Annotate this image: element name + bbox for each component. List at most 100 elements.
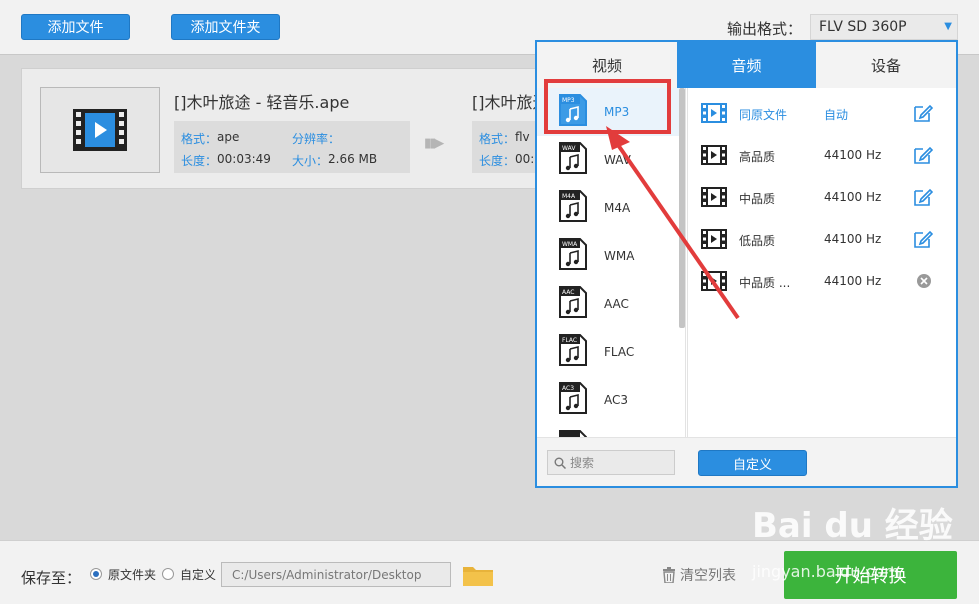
format-label: 格式： (181, 132, 218, 146)
format-item-aac[interactable]: AAC AAC (537, 280, 679, 328)
preset-row[interactable]: 高品质 44100 Hz (688, 135, 957, 177)
output-format-select[interactable]: FLV SD 360P ▼ (810, 14, 958, 40)
preset-row[interactable]: 同原文件 自动 (688, 93, 957, 135)
search-icon (554, 457, 566, 469)
format-label: FLAC (604, 345, 635, 359)
svg-text:FLAC: FLAC (562, 337, 577, 344)
radio-original-folder[interactable] (90, 568, 102, 580)
output-format-label: 输出格式： (727, 20, 803, 38)
format-popup: 视频 音频 设备 MP3 MP3 WAV WAV M4A M4A WMA WMA AAC AAC F… (535, 40, 958, 488)
svg-text:M4A: M4A (562, 193, 576, 200)
format-item-more[interactable] (537, 424, 679, 437)
search-placeholder: 搜索 (570, 456, 595, 470)
radio-original-label: 原文件夹 (108, 568, 157, 582)
tab-audio[interactable]: 音频 (677, 42, 816, 88)
size-value: 2.66 MB (328, 152, 378, 166)
folder-icon[interactable] (462, 563, 494, 587)
format-item-wav[interactable]: WAV WAV (537, 136, 679, 184)
film-icon (701, 187, 727, 207)
audio-file-icon: WMA (559, 238, 587, 270)
format-label: WAV (604, 153, 631, 167)
film-icon (701, 271, 727, 291)
preset-sample-rate: 44100 Hz (824, 148, 882, 162)
preset-row[interactable]: 低品质 44100 Hz (688, 219, 957, 261)
audio-file-icon: FLAC (559, 334, 587, 366)
format-item-m4a[interactable]: M4A M4A (537, 184, 679, 232)
svg-text:WMA: WMA (562, 241, 578, 248)
svg-text:WAV: WAV (562, 145, 576, 152)
tab-device[interactable]: 设备 (816, 42, 956, 88)
audio-file-icon: MP3 (559, 94, 587, 126)
caret-down-icon: ▼ (944, 21, 952, 32)
target-info: 格式： flv 长度： 00:03:49 (472, 121, 540, 173)
format-item-mp3[interactable]: MP3 MP3 (537, 88, 679, 136)
target-format-label: 格式： (479, 132, 516, 146)
clear-list-button[interactable]: 清空列表 (662, 565, 736, 585)
format-label: WMA (604, 249, 635, 263)
edit-icon[interactable] (913, 229, 933, 249)
preset-name: 同原文件 (739, 108, 788, 122)
trash-icon (663, 567, 675, 583)
convert-arrow-icon: ▮▮▶ (424, 136, 444, 151)
preset-name: 中品质 ... (739, 276, 791, 290)
source-info: 格式： ape 分辨率： 长度： 00:03:49 大小： 2.66 MB (174, 121, 410, 173)
svg-text:AAC: AAC (562, 289, 574, 296)
output-path-field[interactable]: C:/Users/Administrator/Desktop (221, 562, 451, 587)
audio-file-icon: M4A (559, 190, 587, 222)
search-input[interactable]: 搜索 (547, 450, 675, 475)
format-label: AAC (604, 297, 629, 311)
format-list-scrollbar[interactable] (679, 88, 685, 328)
preset-row[interactable]: 中品质 44100 Hz (688, 177, 957, 219)
format-label: MP3 (604, 105, 630, 119)
start-convert-button[interactable]: 开始转换 (784, 551, 957, 599)
preset-sample-rate: 44100 Hz (824, 190, 882, 204)
edit-icon[interactable] (913, 145, 933, 165)
clear-list-label: 清空列表 (680, 568, 736, 584)
delete-icon[interactable] (916, 273, 936, 293)
svg-text:AC3: AC3 (562, 385, 574, 392)
audio-file-icon: AC3 (559, 382, 587, 414)
format-item-wma[interactable]: WMA WMA (537, 232, 679, 280)
preset-sample-rate: 44100 Hz (824, 274, 882, 288)
preset-name: 低品质 (739, 234, 776, 248)
bottom-bar: 保存至： 原文件夹 自定义 C:/Users/Administrator/Des… (0, 540, 979, 604)
format-item-ac3[interactable]: AC3 AC3 (537, 376, 679, 424)
target-format-value: flv (515, 130, 530, 144)
length-value: 00:03:49 (217, 152, 271, 166)
format-value: ape (217, 130, 240, 144)
format-list: MP3 MP3 WAV WAV M4A M4A WMA WMA AAC AAC FLAC FLAC AC… (537, 88, 686, 437)
preset-row[interactable]: 中品质 ... 44100 Hz (688, 261, 957, 303)
radio-custom-folder[interactable] (162, 568, 174, 580)
preset-sample-rate: 44100 Hz (824, 232, 882, 246)
length-label: 长度： (181, 154, 218, 168)
resolution-label: 分辨率： (292, 132, 341, 146)
add-folder-button[interactable]: 添加文件夹 (171, 14, 280, 40)
save-to-label: 保存至： (21, 569, 82, 587)
popup-footer: 搜索 自定义 (537, 437, 956, 486)
custom-button[interactable]: 自定义 (698, 450, 807, 476)
format-label: M4A (604, 201, 631, 215)
video-thumbnail (40, 87, 160, 173)
radio-custom-label: 自定义 (180, 568, 217, 582)
size-label: 大小： (292, 154, 329, 168)
preset-name: 中品质 (739, 192, 776, 206)
file-row[interactable]: []木叶旅途 - 轻音乐.ape 格式： ape 分辨率： 长度： 00:03:… (21, 68, 549, 189)
output-format-value: FLV SD 360P (819, 19, 907, 35)
film-icon (701, 229, 727, 249)
target-length-label: 长度： (479, 154, 516, 168)
edit-icon[interactable] (913, 103, 933, 123)
film-icon (701, 145, 727, 165)
audio-file-icon: AAC (559, 286, 587, 318)
audio-file-icon: WAV (559, 142, 587, 174)
format-label: AC3 (604, 393, 629, 407)
add-file-button[interactable]: 添加文件 (21, 14, 130, 40)
source-file-title: []木叶旅途 - 轻音乐.ape (174, 93, 350, 112)
preset-list: 同原文件 自动 高品质 44100 Hz 中品质 44100 Hz 低品质 44100 Hz 中… (687, 88, 956, 437)
film-icon (701, 103, 727, 123)
popup-tabs: 视频 音频 设备 (537, 42, 956, 88)
tab-video[interactable]: 视频 (537, 42, 677, 88)
svg-text:MP3: MP3 (562, 97, 575, 104)
preset-sample-rate: 自动 (824, 108, 849, 122)
edit-icon[interactable] (913, 187, 933, 207)
format-item-flac[interactable]: FLAC FLAC (537, 328, 679, 376)
